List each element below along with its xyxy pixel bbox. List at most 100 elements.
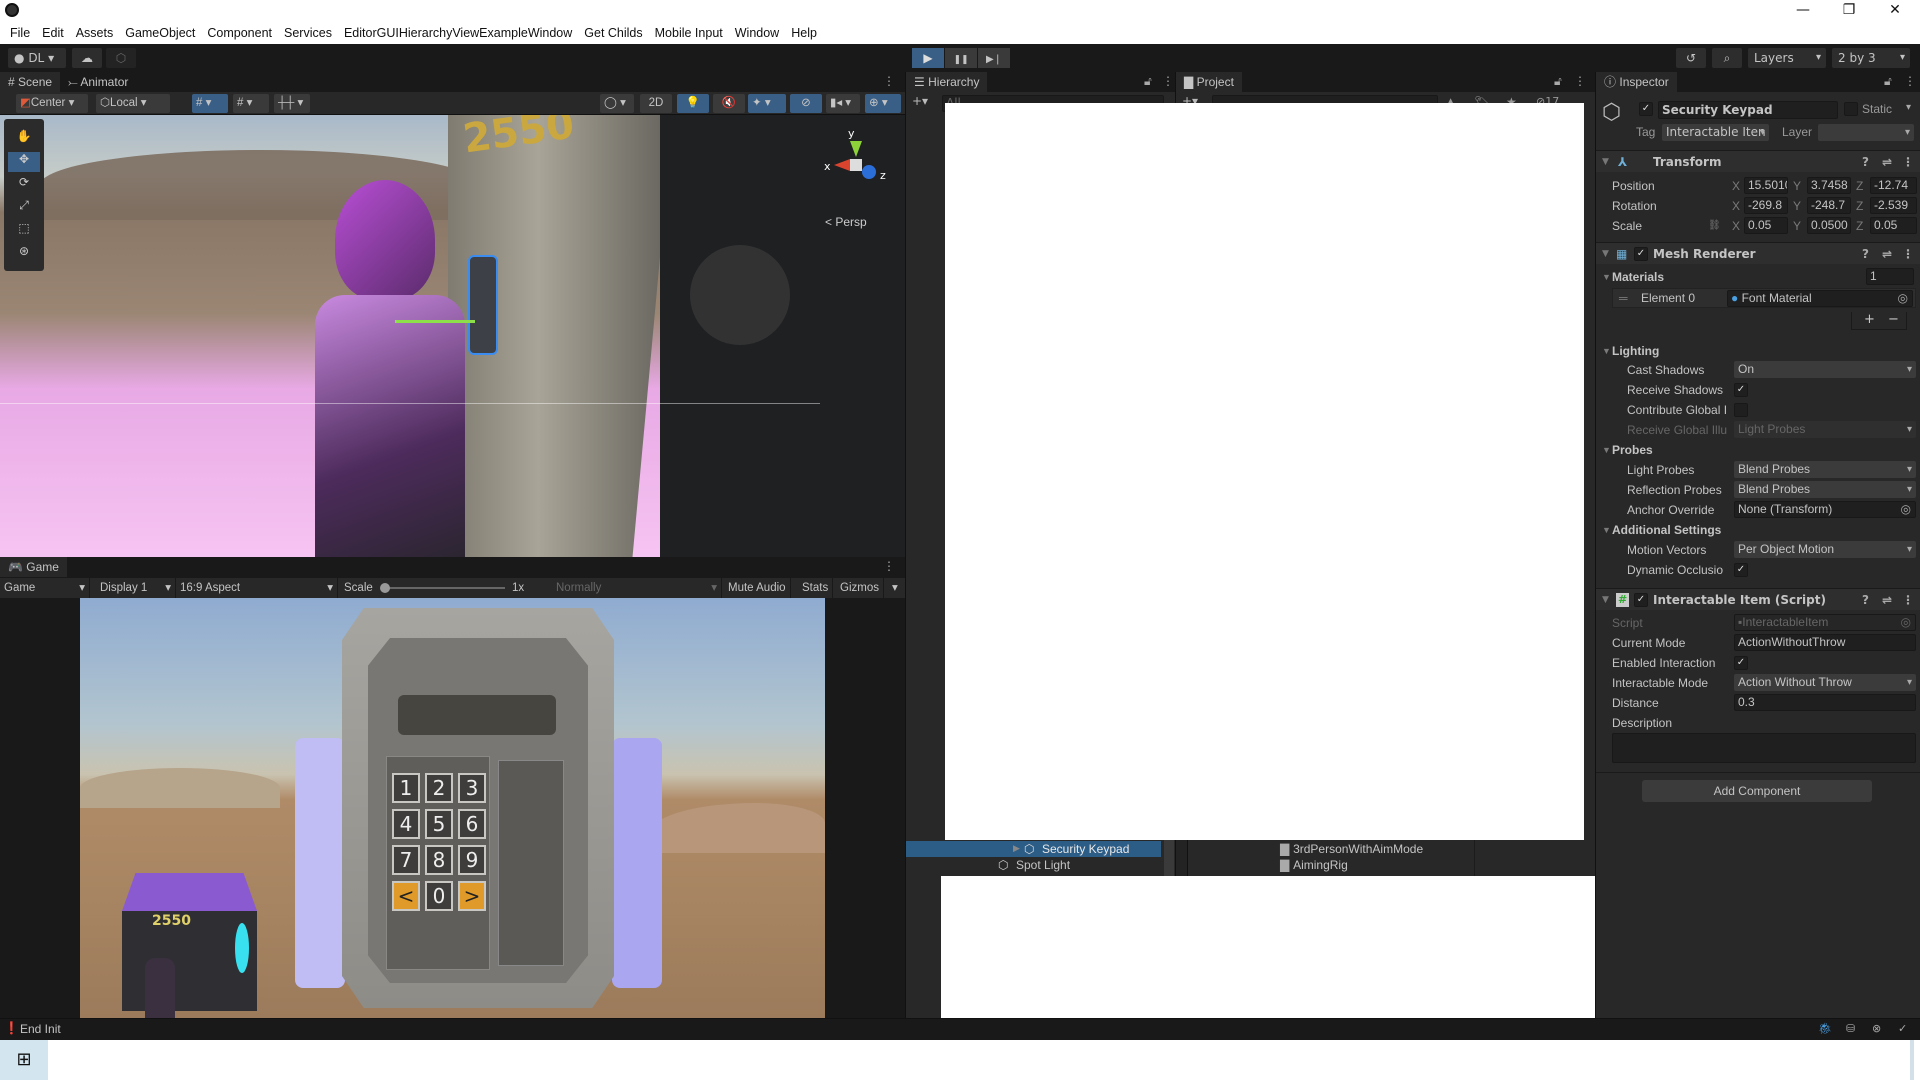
auto-generate-lighting-icon[interactable]: ⊗ <box>1872 1022 1881 1035</box>
debug-bug-icon[interactable]: 🐞︎ <box>1818 1022 1832 1035</box>
rotate-tool-icon[interactable]: ⟳ <box>8 175 40 195</box>
position-y-field[interactable]: 3.7458 <box>1807 177 1851 194</box>
menu-get-childs[interactable]: Get Childs <box>578 26 648 40</box>
key-back[interactable]: < <box>392 881 420 911</box>
tab-animator[interactable]: ⤚ Animator <box>60 72 137 92</box>
menu-gameobject[interactable]: GameObject <box>119 26 201 40</box>
static-checkbox[interactable] <box>1844 102 1858 116</box>
more-options-icon[interactable]: ⋮ <box>1162 74 1174 88</box>
key-enter[interactable]: > <box>458 881 486 911</box>
layer-dropdown[interactable] <box>1818 124 1914 141</box>
ruler-toggle[interactable]: ┼┼ ▾ <box>274 94 310 113</box>
stats-toggle[interactable]: Stats <box>798 578 834 598</box>
mesh-renderer-header[interactable]: ▼ ▦ ✓ Mesh Renderer ? ⇌ ⋮ <box>1596 242 1920 264</box>
foldout-arrow-icon[interactable]: ▼ <box>1602 589 1609 611</box>
tab-hierarchy[interactable]: ☰ Hierarchy <box>906 72 988 92</box>
menu-window[interactable]: Window <box>729 26 785 40</box>
transform-header[interactable]: ▼ ⅄ Transform ? ⇌ ⋮ <box>1596 150 1920 172</box>
foldout-arrow-icon[interactable]: ▼ <box>1602 342 1611 360</box>
lock-icon[interactable]: 🔓︎ <box>1884 74 1892 89</box>
add-component-button[interactable]: Add Component <box>1642 780 1872 802</box>
tab-game[interactable]: 🎮 Game <box>0 557 67 577</box>
key-8[interactable]: 8 <box>425 845 453 875</box>
contribute-gi-checkbox[interactable] <box>1734 403 1748 417</box>
maximize-button[interactable]: ❐ <box>1826 0 1872 22</box>
windows-start-button[interactable]: ⊞ <box>0 1040 48 1080</box>
light-probes-dropdown[interactable]: Blend Probes <box>1734 461 1916 478</box>
space-dropdown[interactable]: ⬡Local ▾ <box>96 94 170 113</box>
interactable-mode-dropdown[interactable]: Action Without Throw <box>1734 674 1916 691</box>
key-3[interactable]: 3 <box>458 773 486 803</box>
foldout-arrow-icon[interactable]: ▼ <box>1602 151 1609 173</box>
project-folder-item[interactable]: ▇ 3rdPersonWithAimMode <box>1280 841 1423 857</box>
more-options-icon[interactable]: ⋮ <box>883 74 895 88</box>
cache-server-icon[interactable]: ⛁ <box>1846 1022 1855 1035</box>
gizmos-toggle[interactable]: Gizmos <box>836 578 884 598</box>
move-tool-icon[interactable]: ✥ <box>8 152 40 172</box>
presets-icon[interactable]: ⇌ <box>1882 589 1892 611</box>
scale-slider[interactable]: Scale 1x <box>340 578 550 598</box>
play-button[interactable]: ▶ <box>912 48 944 68</box>
lock-icon[interactable]: 🔓︎ <box>1144 74 1152 89</box>
more-options-icon[interactable]: ⋮ <box>1574 74 1586 88</box>
pivot-dropdown[interactable]: ◩Center ▾ <box>16 94 88 113</box>
account-dropdown[interactable]: ● DL ▾ <box>8 48 66 68</box>
effects-toggle[interactable]: ✦ ▾ <box>748 94 786 113</box>
more-options-icon[interactable]: ⋮ <box>1904 74 1916 88</box>
rotation-x-field[interactable]: -269.8 <box>1744 197 1788 214</box>
object-name-input[interactable]: Security Keypad <box>1658 101 1838 119</box>
layout-dropdown[interactable]: 2 by 3 ▾ <box>1832 48 1910 68</box>
key-9[interactable]: 9 <box>458 845 486 875</box>
menu-file[interactable]: File <box>4 26 36 40</box>
lighting-toggle[interactable]: 💡 <box>677 94 709 113</box>
presets-icon[interactable]: ⇌ <box>1882 243 1892 265</box>
game-viewport[interactable]: 2550 1 2 3 4 5 6 7 8 9 < 0 > <box>80 598 825 1018</box>
tab-inspector[interactable]: ⓘ Inspector <box>1596 72 1677 92</box>
hierarchy-item[interactable]: ⬡ Spot Light <box>906 857 1161 873</box>
check-circle-icon[interactable]: ✓ <box>1898 1022 1907 1035</box>
script-enabled-checkbox[interactable]: ✓ <box>1634 593 1648 607</box>
show-desktop-button[interactable] <box>1910 1040 1914 1080</box>
active-checkbox[interactable]: ✓ <box>1639 102 1653 116</box>
more-options-icon[interactable]: ⋮ <box>883 559 895 573</box>
add-element-button[interactable]: + <box>1864 312 1875 328</box>
reflection-probes-dropdown[interactable]: Blend Probes <box>1734 481 1916 498</box>
interactable-item-header[interactable]: ▼ # ✓ Interactable Item (Script) ? ⇌ ⋮ <box>1596 588 1920 610</box>
foldout-arrow-icon[interactable]: ▼ <box>1602 441 1611 459</box>
mesh-renderer-enabled-checkbox[interactable]: ✓ <box>1634 247 1648 261</box>
menu-edit[interactable]: Edit <box>36 26 70 40</box>
display-dropdown[interactable]: Display 1 ▾ <box>96 578 176 598</box>
scene-viewport[interactable]: 2550 ✋ ✥ ⟳ ⤢ ⬚ ⊛ y x z < Persp <box>0 115 905 557</box>
enabled-interaction-checkbox[interactable]: ✓ <box>1734 656 1748 670</box>
receive-gi-dropdown[interactable]: Light Probes <box>1734 421 1916 438</box>
material-object-field[interactable]: ● Font Material ◎ <box>1727 290 1913 307</box>
receive-shadows-checkbox[interactable]: ✓ <box>1734 383 1748 397</box>
help-icon[interactable]: ? <box>1862 589 1869 611</box>
snap-increment-toggle[interactable]: # ▾ <box>233 94 269 113</box>
constrain-proportions-icon[interactable]: ⛓ <box>1708 217 1721 235</box>
help-icon[interactable]: ? <box>1862 151 1869 173</box>
step-button[interactable]: ▶❘ <box>978 48 1010 68</box>
2d-toggle[interactable]: 2D <box>640 94 672 113</box>
audio-toggle[interactable]: 🔇 <box>713 94 745 113</box>
menu-component[interactable]: Component <box>201 26 278 40</box>
gizmos-dropdown[interactable]: ⊕ ▾ <box>865 94 901 113</box>
menu-mobile-input[interactable]: Mobile Input <box>649 26 729 40</box>
game-view-dropdown[interactable]: Game ▾ <box>0 578 90 598</box>
keypad-selected-outline[interactable] <box>468 255 498 355</box>
lock-icon[interactable]: 🔓︎ <box>1554 74 1562 89</box>
scene-visibility-toggle[interactable]: ⊘ <box>790 94 822 113</box>
more-options-icon[interactable]: ⋮ <box>1902 589 1914 611</box>
distance-field[interactable]: 0.3 <box>1734 694 1916 711</box>
key-0[interactable]: 0 <box>425 881 453 911</box>
motion-vectors-dropdown[interactable]: Per Object Motion <box>1734 541 1916 558</box>
key-2[interactable]: 2 <box>425 773 453 803</box>
key-6[interactable]: 6 <box>458 809 486 839</box>
help-icon[interactable]: ? <box>1862 243 1869 265</box>
scale-y-field[interactable]: 0.0500 <box>1807 217 1851 234</box>
pause-button[interactable]: ❚❚ <box>945 48 977 68</box>
cloud-button[interactable]: ☁ <box>72 48 102 68</box>
scale-tool-icon[interactable]: ⤢ <box>8 198 40 218</box>
close-button[interactable]: ✕ <box>1872 0 1918 22</box>
play-mode-dropdown[interactable]: Normally ▾ <box>552 578 722 598</box>
